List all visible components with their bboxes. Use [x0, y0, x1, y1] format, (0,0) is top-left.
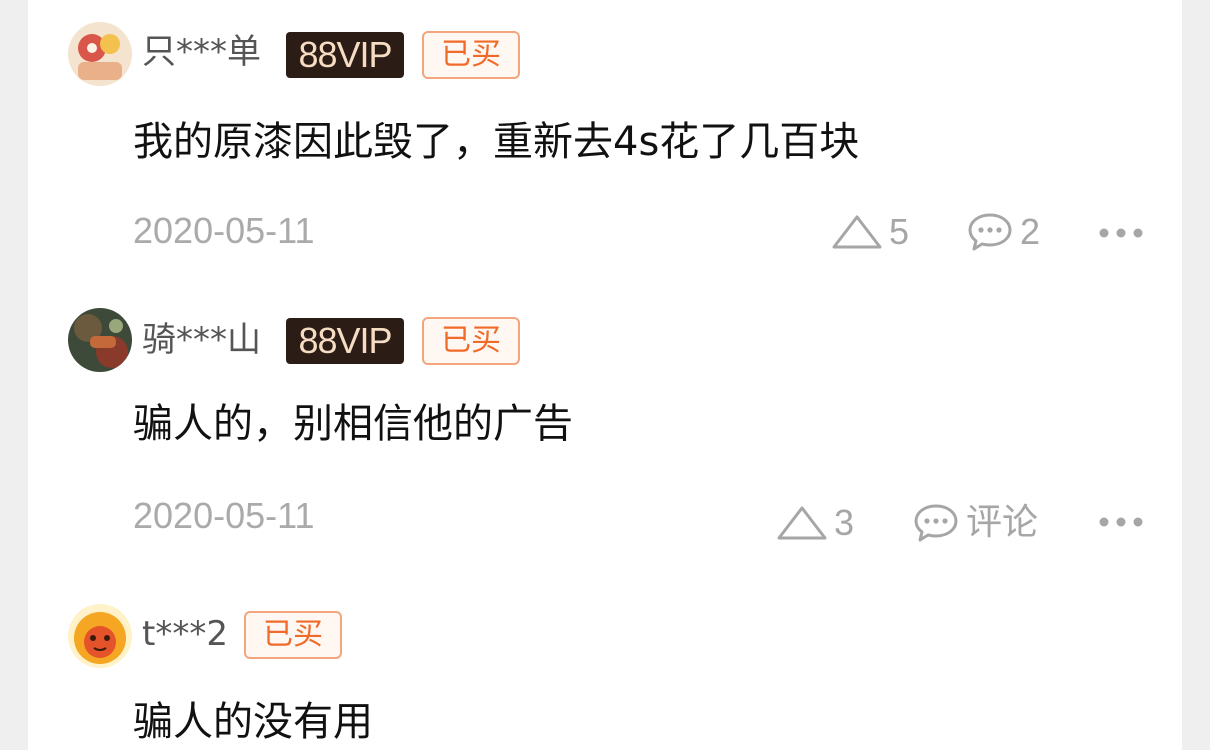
bought-badge: 已买 [422, 31, 520, 79]
comment-label: 评论 [966, 502, 1039, 543]
review-list: 只***单 88VIP 已买 我的原漆因此毁了，重新去4s花了几百块 2020-… [28, 0, 1182, 750]
like-count: 3 [834, 502, 855, 543]
username: t***2 [142, 614, 228, 654]
vip-badge: 88VIP [286, 318, 404, 364]
review-text: 骗人的，别相信他的广告 [133, 401, 573, 447]
like-count: 5 [889, 211, 910, 252]
like-button[interactable]: 5 [831, 211, 909, 253]
like-button[interactable]: 3 [776, 502, 854, 544]
review-text: 我的原漆因此毁了，重新去4s花了几百块 [133, 119, 860, 165]
more-dots-icon[interactable] [1098, 227, 1144, 239]
comment-button[interactable]: 2 [966, 211, 1040, 253]
avatar[interactable] [68, 308, 132, 372]
review-date: 2020-05-11 [133, 495, 315, 536]
comment-count: 2 [1020, 211, 1041, 252]
comment-button[interactable]: 评论 [912, 502, 1038, 544]
review-text: 骗人的没有用 [133, 699, 373, 745]
username: 只***单 [142, 32, 261, 72]
triangle-up-icon [777, 506, 827, 540]
bought-badge: 已买 [422, 317, 520, 365]
chat-bubble-icon [914, 504, 958, 542]
more-dots-icon[interactable] [1098, 516, 1144, 528]
avatar[interactable] [68, 22, 132, 86]
triangle-up-icon [832, 215, 882, 249]
review-date: 2020-05-11 [133, 210, 315, 251]
vip-badge: 88VIP [286, 32, 404, 78]
avatar[interactable] [68, 604, 132, 668]
bought-badge: 已买 [244, 611, 342, 659]
username: 骑***山 [142, 320, 261, 360]
chat-bubble-icon [968, 213, 1012, 251]
